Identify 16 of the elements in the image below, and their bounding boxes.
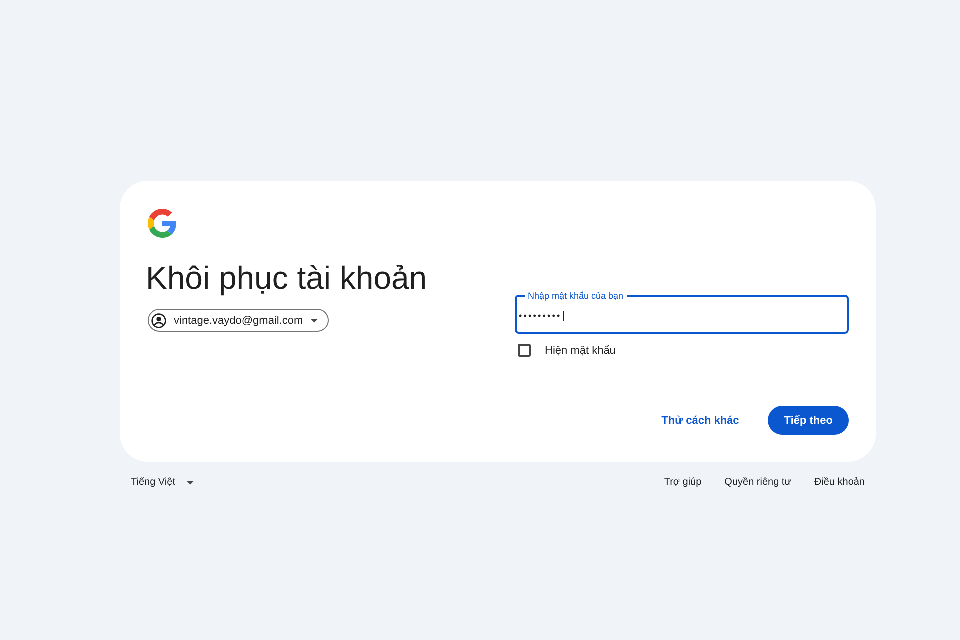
password-field[interactable]: Nhập mật khẩu của bạn ••••••••• (515, 290, 849, 334)
account-avatar-icon (151, 312, 167, 328)
caret-icon (311, 318, 318, 322)
next-button[interactable]: Tiếp theo (768, 406, 849, 435)
page-title: Khôi phục tài khoản (146, 259, 428, 298)
checkbox-label[interactable]: Hiện mật khẩu (545, 344, 616, 356)
footer-link[interactable]: Quyền riêng tư (724, 477, 792, 488)
checkbox[interactable] (518, 344, 531, 357)
field-label: Nhập mật khẩu của bạn (527, 290, 625, 302)
language-selector[interactable]: Tiếng Việt (131, 477, 194, 488)
footer-link[interactable]: Trợ giúp (664, 477, 702, 488)
caret-icon (187, 480, 194, 484)
try-another-way-button[interactable]: Thử cách khác (646, 406, 756, 435)
footer-link[interactable]: Điều khoản (814, 477, 865, 488)
account-chip[interactable]: vintage.vaydo@gmail.com (148, 309, 330, 332)
g-logo-icon (148, 209, 177, 238)
